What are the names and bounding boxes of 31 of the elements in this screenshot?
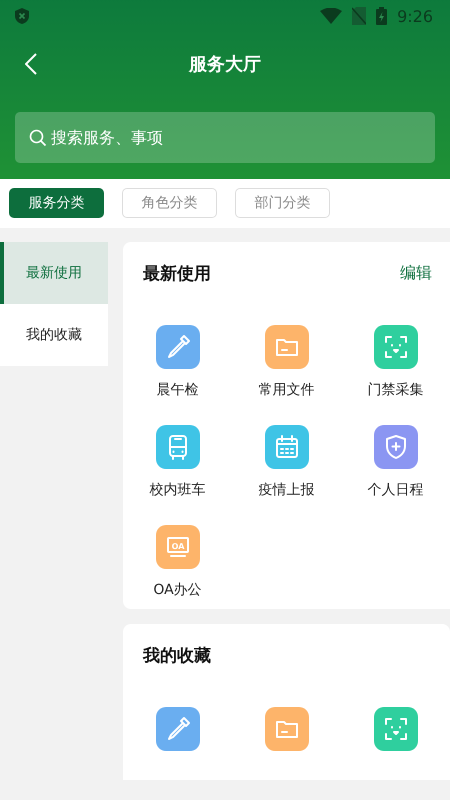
service-icon[interactable] (374, 325, 418, 369)
category-tab[interactable]: 服务分类 (9, 188, 104, 218)
edit-link[interactable]: 编辑 (400, 263, 432, 284)
service-icon[interactable] (264, 425, 308, 469)
service-label: 晨午检 (156, 381, 198, 399)
service-label: 校内班车 (150, 481, 206, 499)
category-tab[interactable]: 部门分类 (235, 188, 330, 218)
service-label: 常用文件 (258, 381, 314, 399)
service-label: 门禁采集 (368, 381, 424, 399)
section-title: 我的收藏 (143, 645, 211, 667)
service-icon[interactable] (156, 707, 200, 751)
no-sim-icon (352, 7, 366, 25)
service-icon[interactable] (264, 325, 308, 369)
service-icon[interactable] (264, 707, 308, 751)
battery-icon (376, 7, 388, 25)
page-title: 服务大厅 (189, 53, 261, 76)
service-icon[interactable] (374, 425, 418, 469)
service-icon[interactable] (156, 325, 200, 369)
section-title: 最新使用 (143, 263, 211, 285)
service-icon[interactable] (374, 707, 418, 751)
category-tab[interactable]: 角色分类 (122, 188, 217, 218)
wifi-icon (320, 8, 342, 24)
service-label: 个人日程 (368, 481, 424, 499)
service-label: 疫情上报 (258, 481, 314, 499)
service-icon[interactable] (156, 425, 200, 469)
status-time: 9:26 (397, 6, 433, 26)
search-icon (29, 129, 47, 147)
shield-icon (15, 8, 29, 24)
service-label: OA办公 (153, 581, 202, 599)
back-icon[interactable] (25, 53, 37, 75)
sidebar-item[interactable]: 最新使用 (0, 242, 108, 304)
